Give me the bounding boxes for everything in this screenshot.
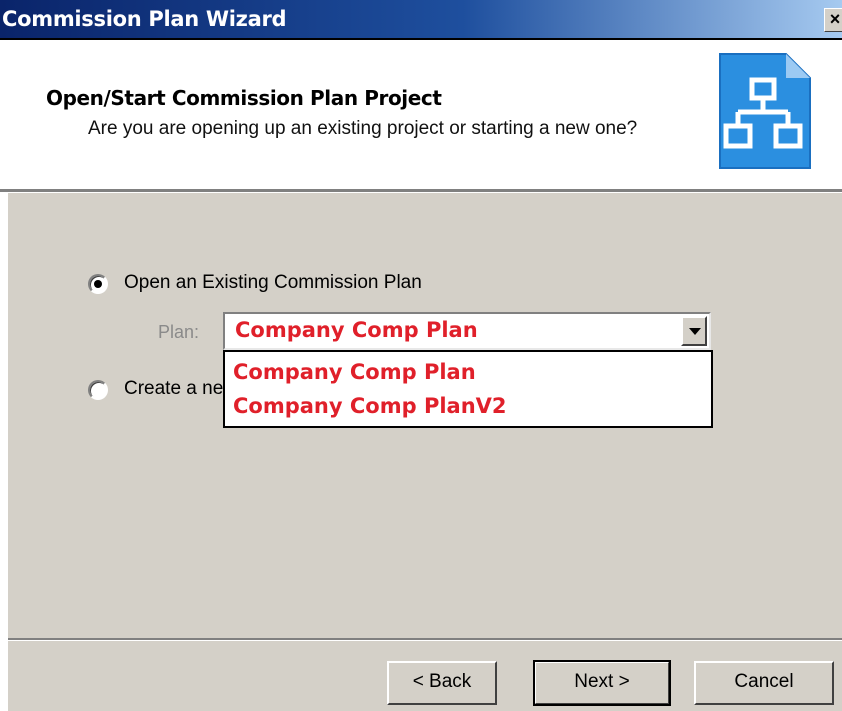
org-chart-icon	[719, 53, 811, 169]
plan-dropdown-list: Company Comp Plan Company Comp PlanV2	[223, 350, 713, 428]
create-new-radio[interactable]	[88, 380, 108, 400]
page-title: Open/Start Commission Plan Project	[46, 86, 442, 110]
open-existing-radio[interactable]	[88, 274, 108, 294]
page-subtitle: Are you are opening up an existing proje…	[88, 118, 638, 139]
title-bar: Commission Plan Wizard ×	[0, 0, 842, 40]
back-button[interactable]: < Back	[387, 661, 497, 705]
window-title: Commission Plan Wizard	[2, 7, 287, 31]
chevron-down-icon	[689, 328, 701, 335]
wizard-header: Open/Start Commission Plan Project Are y…	[0, 40, 842, 190]
open-existing-label[interactable]: Open an Existing Commission Plan	[124, 272, 422, 294]
plan-selected-value: Company Comp Plan	[235, 318, 478, 342]
create-new-label[interactable]: Create a ne	[124, 378, 223, 400]
plan-option[interactable]: Company Comp PlanV2	[233, 394, 507, 418]
plan-option[interactable]: Company Comp Plan	[233, 360, 476, 384]
next-button[interactable]: Next >	[533, 660, 671, 706]
plan-label: Plan:	[158, 322, 200, 342]
dropdown-arrow-button[interactable]	[681, 316, 707, 346]
plan-combobox[interactable]: Company Comp Plan	[223, 312, 711, 350]
cancel-button[interactable]: Cancel	[694, 661, 834, 705]
close-button[interactable]: ×	[824, 8, 842, 32]
